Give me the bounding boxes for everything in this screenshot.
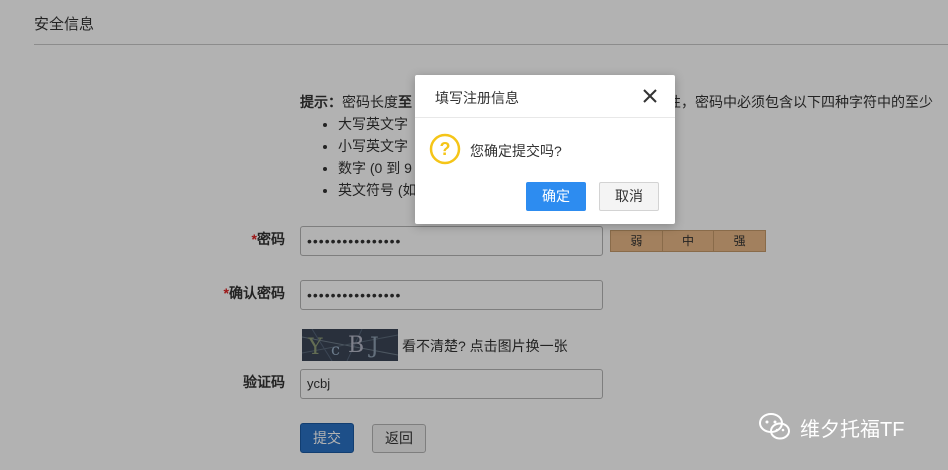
dialog-message: 您确定提交吗? <box>470 143 562 159</box>
confirm-button[interactable]: 确定 <box>526 182 586 211</box>
wechat-icon <box>759 413 790 440</box>
watermark-text: 维夕托福TF <box>800 418 905 441</box>
dialog-header: 填写注册信息 <box>415 75 675 118</box>
question-icon: ? <box>429 133 461 165</box>
cancel-button[interactable]: 取消 <box>599 182 659 211</box>
modal-overlay <box>0 0 948 470</box>
confirm-dialog: 填写注册信息 ? 您确定提交吗? 确定 取消 <box>415 75 675 224</box>
close-icon[interactable] <box>641 87 659 105</box>
dialog-title: 填写注册信息 <box>435 90 519 106</box>
svg-text:?: ? <box>440 139 451 159</box>
watermark: 维夕托福TF <box>758 410 904 444</box>
